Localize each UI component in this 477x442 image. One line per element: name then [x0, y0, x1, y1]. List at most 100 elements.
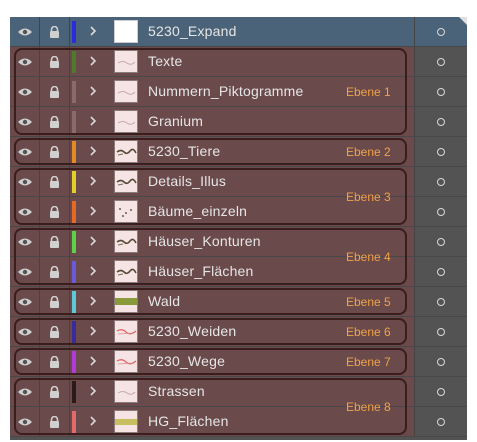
- lock-icon[interactable]: [40, 377, 70, 406]
- layer-name[interactable]: Häuser_Flächen: [148, 257, 254, 286]
- target-column[interactable]: [414, 377, 467, 406]
- layer-name[interactable]: Häuser_Konturen: [148, 227, 261, 256]
- lock-icon[interactable]: [40, 287, 70, 316]
- layer-name[interactable]: Granium: [148, 107, 203, 136]
- visibility-eye-icon[interactable]: [10, 317, 40, 346]
- expand-chevron-icon[interactable]: [86, 414, 100, 428]
- layer-row[interactable]: Details_Illus: [10, 167, 467, 197]
- lock-icon[interactable]: [40, 167, 70, 196]
- target-circle-icon[interactable]: [437, 387, 445, 396]
- layer-name[interactable]: 5230_Expand: [148, 17, 237, 46]
- layer-row[interactable]: 5230_Expand: [10, 17, 467, 47]
- layer-row[interactable]: 5230_Wege: [10, 347, 467, 377]
- layer-name[interactable]: Texte: [148, 47, 182, 76]
- layer-row[interactable]: Häuser_Flächen: [10, 257, 467, 287]
- target-circle-icon[interactable]: [437, 117, 445, 126]
- visibility-eye-icon[interactable]: [10, 377, 40, 406]
- target-circle-icon[interactable]: [437, 87, 445, 96]
- target-column[interactable]: [414, 167, 467, 196]
- layer-row[interactable]: Nummern_Piktogramme: [10, 77, 467, 107]
- expand-chevron-icon[interactable]: [86, 324, 100, 338]
- target-column[interactable]: [414, 287, 467, 316]
- expand-chevron-icon[interactable]: [86, 114, 100, 128]
- layer-name[interactable]: 5230_Tiere: [148, 137, 220, 166]
- lock-icon[interactable]: [40, 347, 70, 376]
- target-circle-icon[interactable]: [437, 147, 445, 156]
- expand-chevron-icon[interactable]: [86, 234, 100, 248]
- layer-row[interactable]: Wald: [10, 287, 467, 317]
- layer-name[interactable]: HG_Flächen: [148, 407, 229, 436]
- layers-panel: 5230_Expand Texte Nummern_Piktogramme Grani…: [0, 0, 477, 442]
- layer-name[interactable]: Details_Illus: [148, 167, 226, 196]
- layer-row[interactable]: Texte: [10, 47, 467, 77]
- visibility-eye-icon[interactable]: [10, 47, 40, 76]
- layer-name[interactable]: Strassen: [148, 377, 205, 406]
- visibility-eye-icon[interactable]: [10, 77, 40, 106]
- visibility-eye-icon[interactable]: [10, 407, 40, 436]
- layer-name[interactable]: 5230_Wege: [148, 347, 225, 376]
- target-circle-icon[interactable]: [437, 267, 445, 276]
- lock-icon[interactable]: [40, 107, 70, 136]
- expand-chevron-icon[interactable]: [86, 54, 100, 68]
- layer-color-swatch: [72, 261, 76, 283]
- layer-row[interactable]: Bäume_einzeln: [10, 197, 467, 227]
- lock-icon[interactable]: [40, 407, 70, 436]
- visibility-eye-icon[interactable]: [10, 107, 40, 136]
- visibility-eye-icon[interactable]: [10, 167, 40, 196]
- layer-row[interactable]: Strassen: [10, 377, 467, 407]
- target-column[interactable]: [414, 407, 467, 436]
- target-circle-icon[interactable]: [437, 177, 445, 186]
- visibility-eye-icon[interactable]: [10, 17, 40, 46]
- target-circle-icon[interactable]: [437, 27, 445, 36]
- target-column[interactable]: [414, 227, 467, 256]
- expand-chevron-icon[interactable]: [86, 24, 100, 38]
- layer-row[interactable]: 5230_Weiden: [10, 317, 467, 347]
- expand-chevron-icon[interactable]: [86, 174, 100, 188]
- lock-icon[interactable]: [40, 77, 70, 106]
- layer-row[interactable]: Granium: [10, 107, 467, 137]
- lock-icon[interactable]: [40, 227, 70, 256]
- lock-icon[interactable]: [40, 317, 70, 346]
- target-circle-icon[interactable]: [437, 297, 445, 306]
- layer-row[interactable]: Häuser_Konturen: [10, 227, 467, 257]
- expand-chevron-icon[interactable]: [86, 384, 100, 398]
- visibility-eye-icon[interactable]: [10, 197, 40, 226]
- layer-name[interactable]: Wald: [148, 287, 180, 316]
- target-circle-icon[interactable]: [437, 417, 445, 426]
- layer-thumbnail: [114, 20, 138, 43]
- layer-row[interactable]: 5230_Tiere: [10, 137, 467, 167]
- target-circle-icon[interactable]: [437, 237, 445, 246]
- target-circle-icon[interactable]: [437, 327, 445, 336]
- expand-chevron-icon[interactable]: [86, 264, 100, 278]
- target-circle-icon[interactable]: [437, 207, 445, 216]
- layer-row[interactable]: HG_Flächen: [10, 407, 467, 437]
- expand-chevron-icon[interactable]: [86, 84, 100, 98]
- visibility-eye-icon[interactable]: [10, 287, 40, 316]
- target-column[interactable]: [414, 257, 467, 286]
- target-column[interactable]: [414, 47, 467, 76]
- target-column[interactable]: [414, 317, 467, 346]
- layer-name[interactable]: Bäume_einzeln: [148, 197, 247, 226]
- expand-chevron-icon[interactable]: [86, 204, 100, 218]
- layer-name[interactable]: Nummern_Piktogramme: [148, 77, 304, 106]
- target-column[interactable]: [414, 107, 467, 136]
- visibility-eye-icon[interactable]: [10, 347, 40, 376]
- layer-name[interactable]: 5230_Weiden: [148, 317, 236, 346]
- visibility-eye-icon[interactable]: [10, 137, 40, 166]
- lock-icon[interactable]: [40, 197, 70, 226]
- target-column[interactable]: [414, 347, 467, 376]
- visibility-eye-icon[interactable]: [10, 227, 40, 256]
- expand-chevron-icon[interactable]: [86, 354, 100, 368]
- lock-icon[interactable]: [40, 47, 70, 76]
- expand-chevron-icon[interactable]: [86, 144, 100, 158]
- target-column[interactable]: [414, 197, 467, 226]
- target-circle-icon[interactable]: [437, 57, 445, 66]
- lock-icon[interactable]: [40, 257, 70, 286]
- lock-icon[interactable]: [40, 17, 70, 46]
- target-circle-icon[interactable]: [437, 357, 445, 366]
- expand-chevron-icon[interactable]: [86, 294, 100, 308]
- target-column[interactable]: [414, 77, 467, 106]
- target-column[interactable]: [414, 137, 467, 166]
- visibility-eye-icon[interactable]: [10, 257, 40, 286]
- lock-icon[interactable]: [40, 137, 70, 166]
